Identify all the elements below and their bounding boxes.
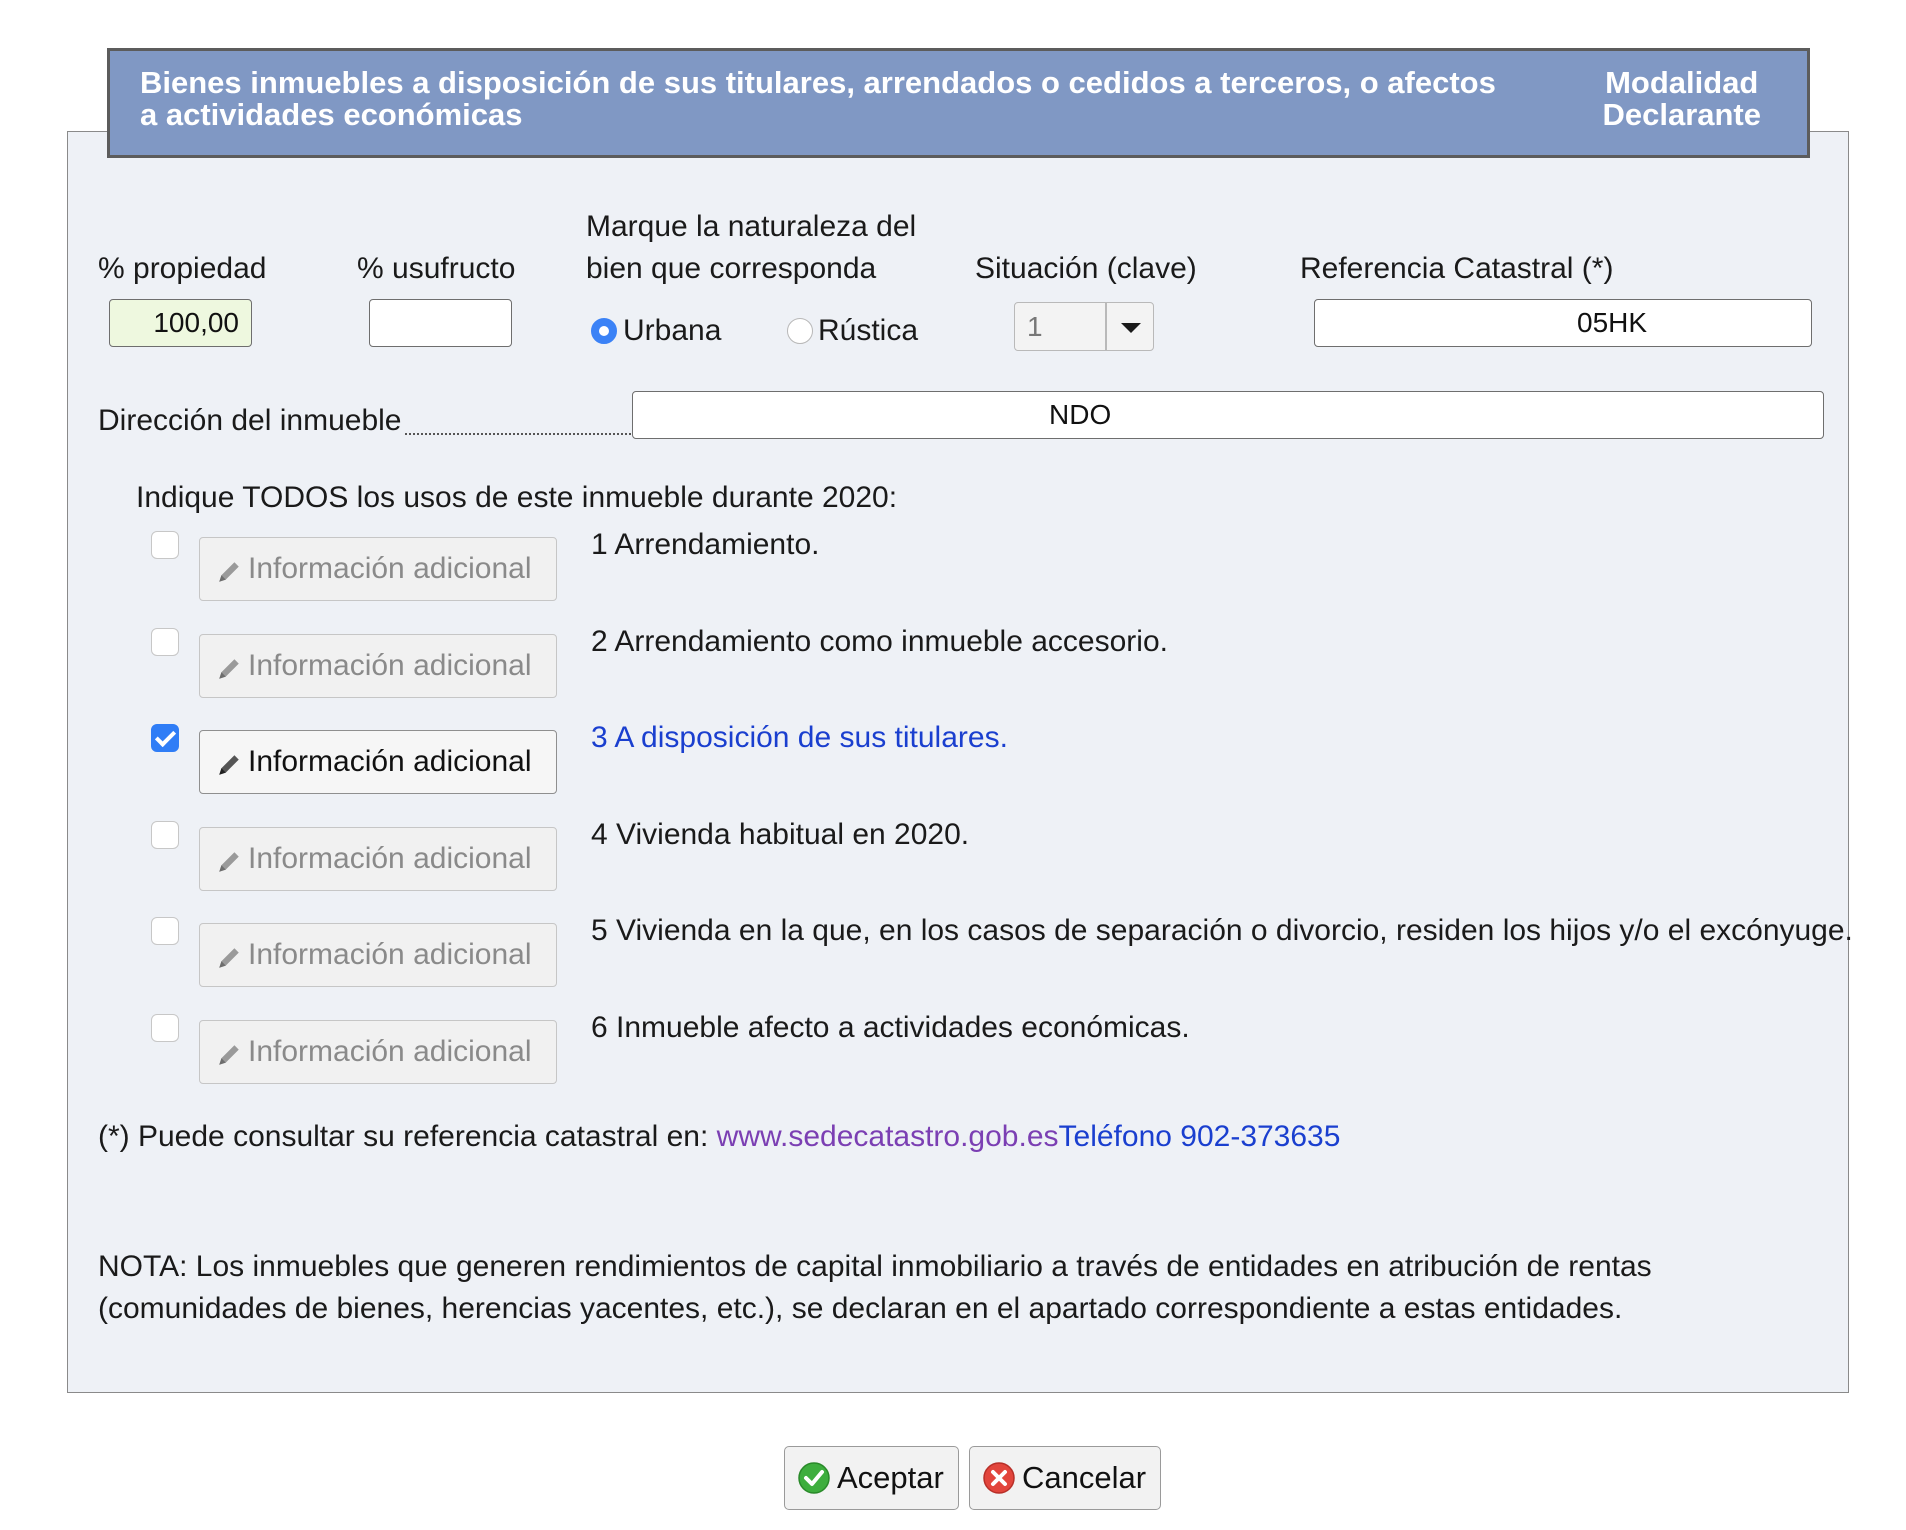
uso-6-text: 6 Inmueble afecto a actividades económic… [591,1011,1190,1044]
pencil-icon [219,755,239,775]
naturaleza-label-line2: bien que corresponda [586,252,877,285]
nota-line-1: NOTA: Los inmuebles que generen rendimie… [98,1250,1652,1283]
uso-4-checkbox[interactable] [151,821,179,849]
uso-1-text: 1 Arrendamiento. [591,528,820,561]
pencil-icon [219,948,239,968]
uso-1-checkbox[interactable] [151,531,179,559]
situacion-select[interactable]: 1 [1014,302,1154,351]
info-button-label: Información adicional [248,552,532,585]
dotted-leader [405,433,631,435]
info-button-label: Información adicional [248,745,532,778]
info-button-label: Información adicional [248,938,532,971]
cancel-circle-icon [983,1462,1015,1494]
propiedad-label: % propiedad [98,252,267,285]
catastro-note: (*) Puede consultar su referencia catast… [98,1120,1340,1154]
uso-5-checkbox[interactable] [151,917,179,945]
chevron-down-icon[interactable] [1121,323,1141,333]
urbana-label[interactable]: Urbana [623,314,721,348]
uso-4-info-button[interactable]: Información adicional [199,827,557,891]
uso-4-text: 4 Vivienda habitual en 2020. [591,818,970,851]
uso-5-text: 5 Vivienda en la que, en los casos de se… [591,914,1853,947]
naturaleza-label-line1: Marque la naturaleza del [586,210,917,243]
modalidad-line: Modalidad [1605,65,1759,100]
section-title: Bienes inmuebles a disposición de sus ti… [140,65,1496,132]
uso-2-checkbox[interactable] [151,628,179,656]
situacion-value: 1 [1027,311,1043,342]
rustica-radio[interactable] [787,318,813,344]
uso-3-checkbox[interactable] [151,724,179,752]
uso-6-info-button[interactable]: Información adicional [199,1020,557,1084]
pencil-icon [219,659,239,679]
uso-2-info-button[interactable]: Información adicional [199,634,557,698]
section-header: Bienes inmuebles a disposición de sus ti… [107,48,1810,158]
uso-6-checkbox[interactable] [151,1014,179,1042]
propiedad-input[interactable] [109,299,252,347]
aceptar-label: Aceptar [837,1460,944,1495]
sedecatastro-link[interactable]: www.sedecatastro.gob.es [717,1120,1059,1153]
pencil-icon [219,1045,239,1065]
declarante-line: Declarante [1602,97,1761,132]
uso-3-info-button[interactable]: Información adicional [199,730,557,794]
cancelar-label: Cancelar [1022,1460,1147,1495]
modalidad-label: Modalidad Declarante [1602,67,1761,131]
uso-5-info-button[interactable]: Información adicional [199,923,557,987]
usufructo-input[interactable] [369,299,512,347]
telefono-link[interactable]: Teléfono 902-373635 [1059,1120,1341,1153]
info-button-label: Información adicional [248,1035,532,1068]
info-button-label: Información adicional [248,842,532,875]
pencil-icon [219,562,239,582]
direccion-label: Dirección del inmueble [98,404,402,437]
catastro-note-prefix: (*) Puede consultar su referencia catast… [98,1120,717,1153]
select-divider [1105,303,1107,350]
referencia-input[interactable] [1314,299,1812,347]
aceptar-button[interactable]: Aceptar [784,1446,959,1510]
situacion-label: Situación (clave) [975,252,1197,285]
uso-3-text[interactable]: 3 A disposición de sus titulares. [591,721,1008,755]
uso-1-info-button[interactable]: Información adicional [199,537,557,601]
referencia-label: Referencia Catastral (*) [1300,252,1614,285]
rustica-label[interactable]: Rústica [818,314,918,348]
nota-line-2: (comunidades de bienes, herencias yacent… [98,1292,1623,1325]
usos-heading: Indique TODOS los usos de este inmueble … [136,481,898,514]
pencil-icon [219,852,239,872]
direccion-input[interactable] [632,391,1824,439]
uso-2-text: 2 Arrendamiento como inmueble accesorio. [591,625,1168,658]
info-button-label: Información adicional [248,649,532,682]
urbana-radio[interactable] [591,318,617,344]
check-circle-icon [798,1462,830,1494]
usufructo-label: % usufructo [357,252,516,285]
cancelar-button[interactable]: Cancelar [969,1446,1162,1510]
